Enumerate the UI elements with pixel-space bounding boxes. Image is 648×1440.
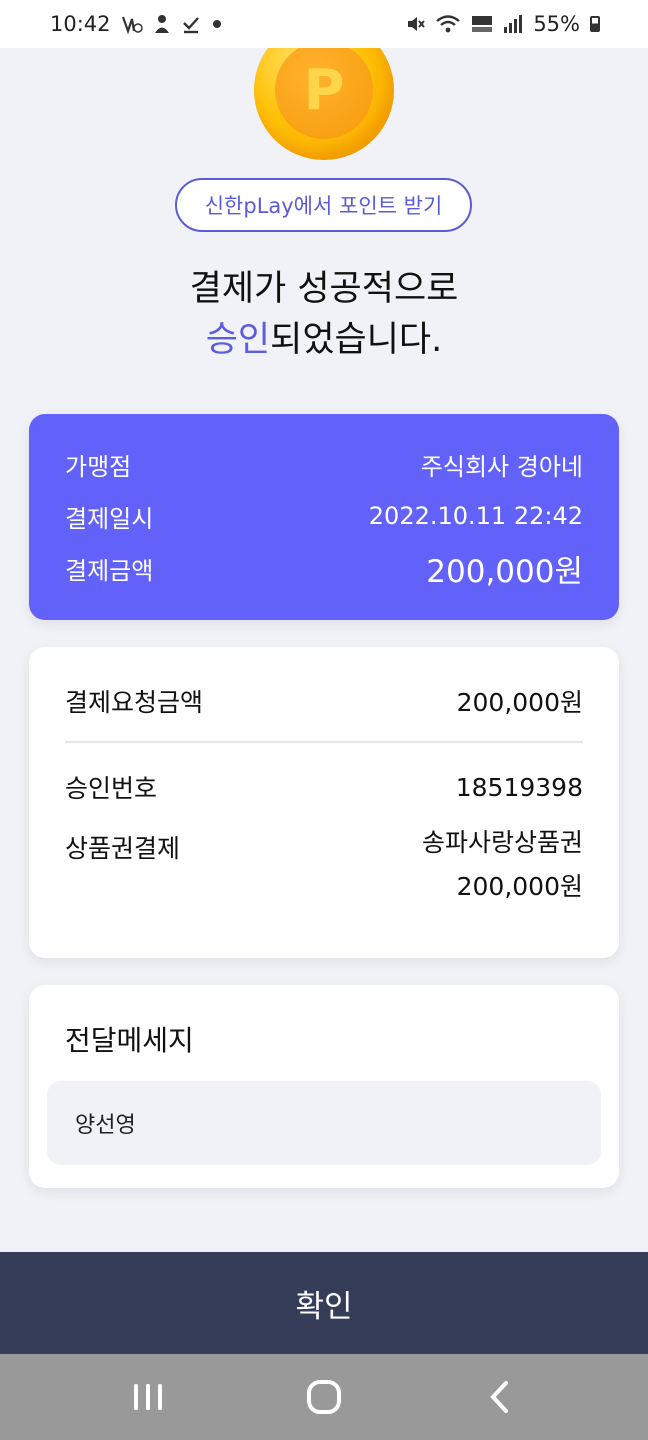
voucher-amount: 200,000원 (456, 872, 583, 901)
home-button[interactable] (294, 1367, 354, 1427)
message-card: 전달메세지 양선영 (29, 985, 619, 1188)
person-icon (154, 15, 169, 33)
shinhan-play-points-button[interactable]: 신한pLay에서 포인트 받기 (175, 178, 472, 232)
wifi-icon (436, 15, 461, 33)
amount-row: 결제금액 200,000원 (65, 542, 583, 594)
success-headline: 결제가 성공적으로 승인되었습니다. (0, 264, 648, 366)
recent-apps-icon (134, 1384, 162, 1410)
check-icon (182, 17, 199, 34)
headline-line2-rest: 되었습니다. (270, 320, 443, 360)
request-amount-row: 결제요청금액 200,000원 (65, 683, 583, 719)
payment-summary-card: 가맹점 주식회사 경아네 결제일시 2022.10.11 22:42 결제금액 … (29, 414, 619, 620)
system-nav-bar (0, 1354, 648, 1440)
approval-number-row: 승인번호 18519398 (65, 769, 583, 805)
merchant-row: 가맹점 주식회사 경아네 (65, 438, 583, 490)
signal-icon (504, 15, 523, 33)
headline-line1: 결제가 성공적으로 (189, 269, 459, 309)
back-button[interactable] (470, 1367, 530, 1427)
mute-icon (408, 17, 426, 31)
request-amount-value: 200,000원 (456, 688, 583, 717)
battery-percent: 55% (533, 12, 580, 36)
amount-value: 200,000원 (426, 553, 583, 590)
message-title: 전달메세지 (65, 1024, 194, 1057)
coin-letter: P (275, 41, 373, 139)
approval-number-label: 승인번호 (65, 774, 158, 803)
confirm-button[interactable]: 확인 (0, 1252, 648, 1354)
status-bar: 10:42 55% (0, 0, 648, 48)
home-icon (307, 1380, 341, 1414)
status-left: 10:42 (50, 12, 223, 36)
merchant-value: 주식회사 경아네 (420, 452, 583, 481)
divider (65, 741, 583, 743)
hd-voice-icon (472, 16, 493, 32)
approval-number-value: 18519398 (455, 772, 583, 802)
merchant-label: 가맹점 (65, 452, 132, 481)
voucher-value: 송파사랑상품권 200,000원 (422, 821, 583, 909)
battery-icon (590, 16, 600, 32)
voucher-label: 상품권결제 (65, 834, 181, 863)
headline-accent: 승인 (205, 320, 271, 360)
datetime-label: 결제일시 (65, 504, 154, 533)
message-box: 양선영 (47, 1081, 601, 1165)
voucher-name: 송파사랑상품권 (421, 828, 583, 857)
request-amount-label: 결제요청금액 (65, 688, 204, 717)
amount-label: 결제금액 (65, 556, 154, 585)
status-right: 55% (405, 12, 600, 36)
recent-apps-button[interactable] (118, 1367, 178, 1427)
voucher-row: 상품권결제 송파사랑상품권 200,000원 (65, 828, 583, 909)
headline-line2: 승인되었습니다. (0, 315, 648, 366)
back-icon (490, 1381, 508, 1413)
dot-icon (212, 20, 221, 28)
status-time: 10:42 (50, 12, 111, 36)
datetime-row: 결제일시 2022.10.11 22:42 (65, 490, 583, 542)
notification-icon (121, 16, 143, 34)
message-text: 양선영 (75, 1113, 136, 1138)
payment-detail-card: 결제요청금액 200,000원 승인번호 18519398 상품권결제 송파사랑… (29, 647, 619, 958)
datetime-value: 2022.10.11 22:42 (368, 502, 583, 530)
